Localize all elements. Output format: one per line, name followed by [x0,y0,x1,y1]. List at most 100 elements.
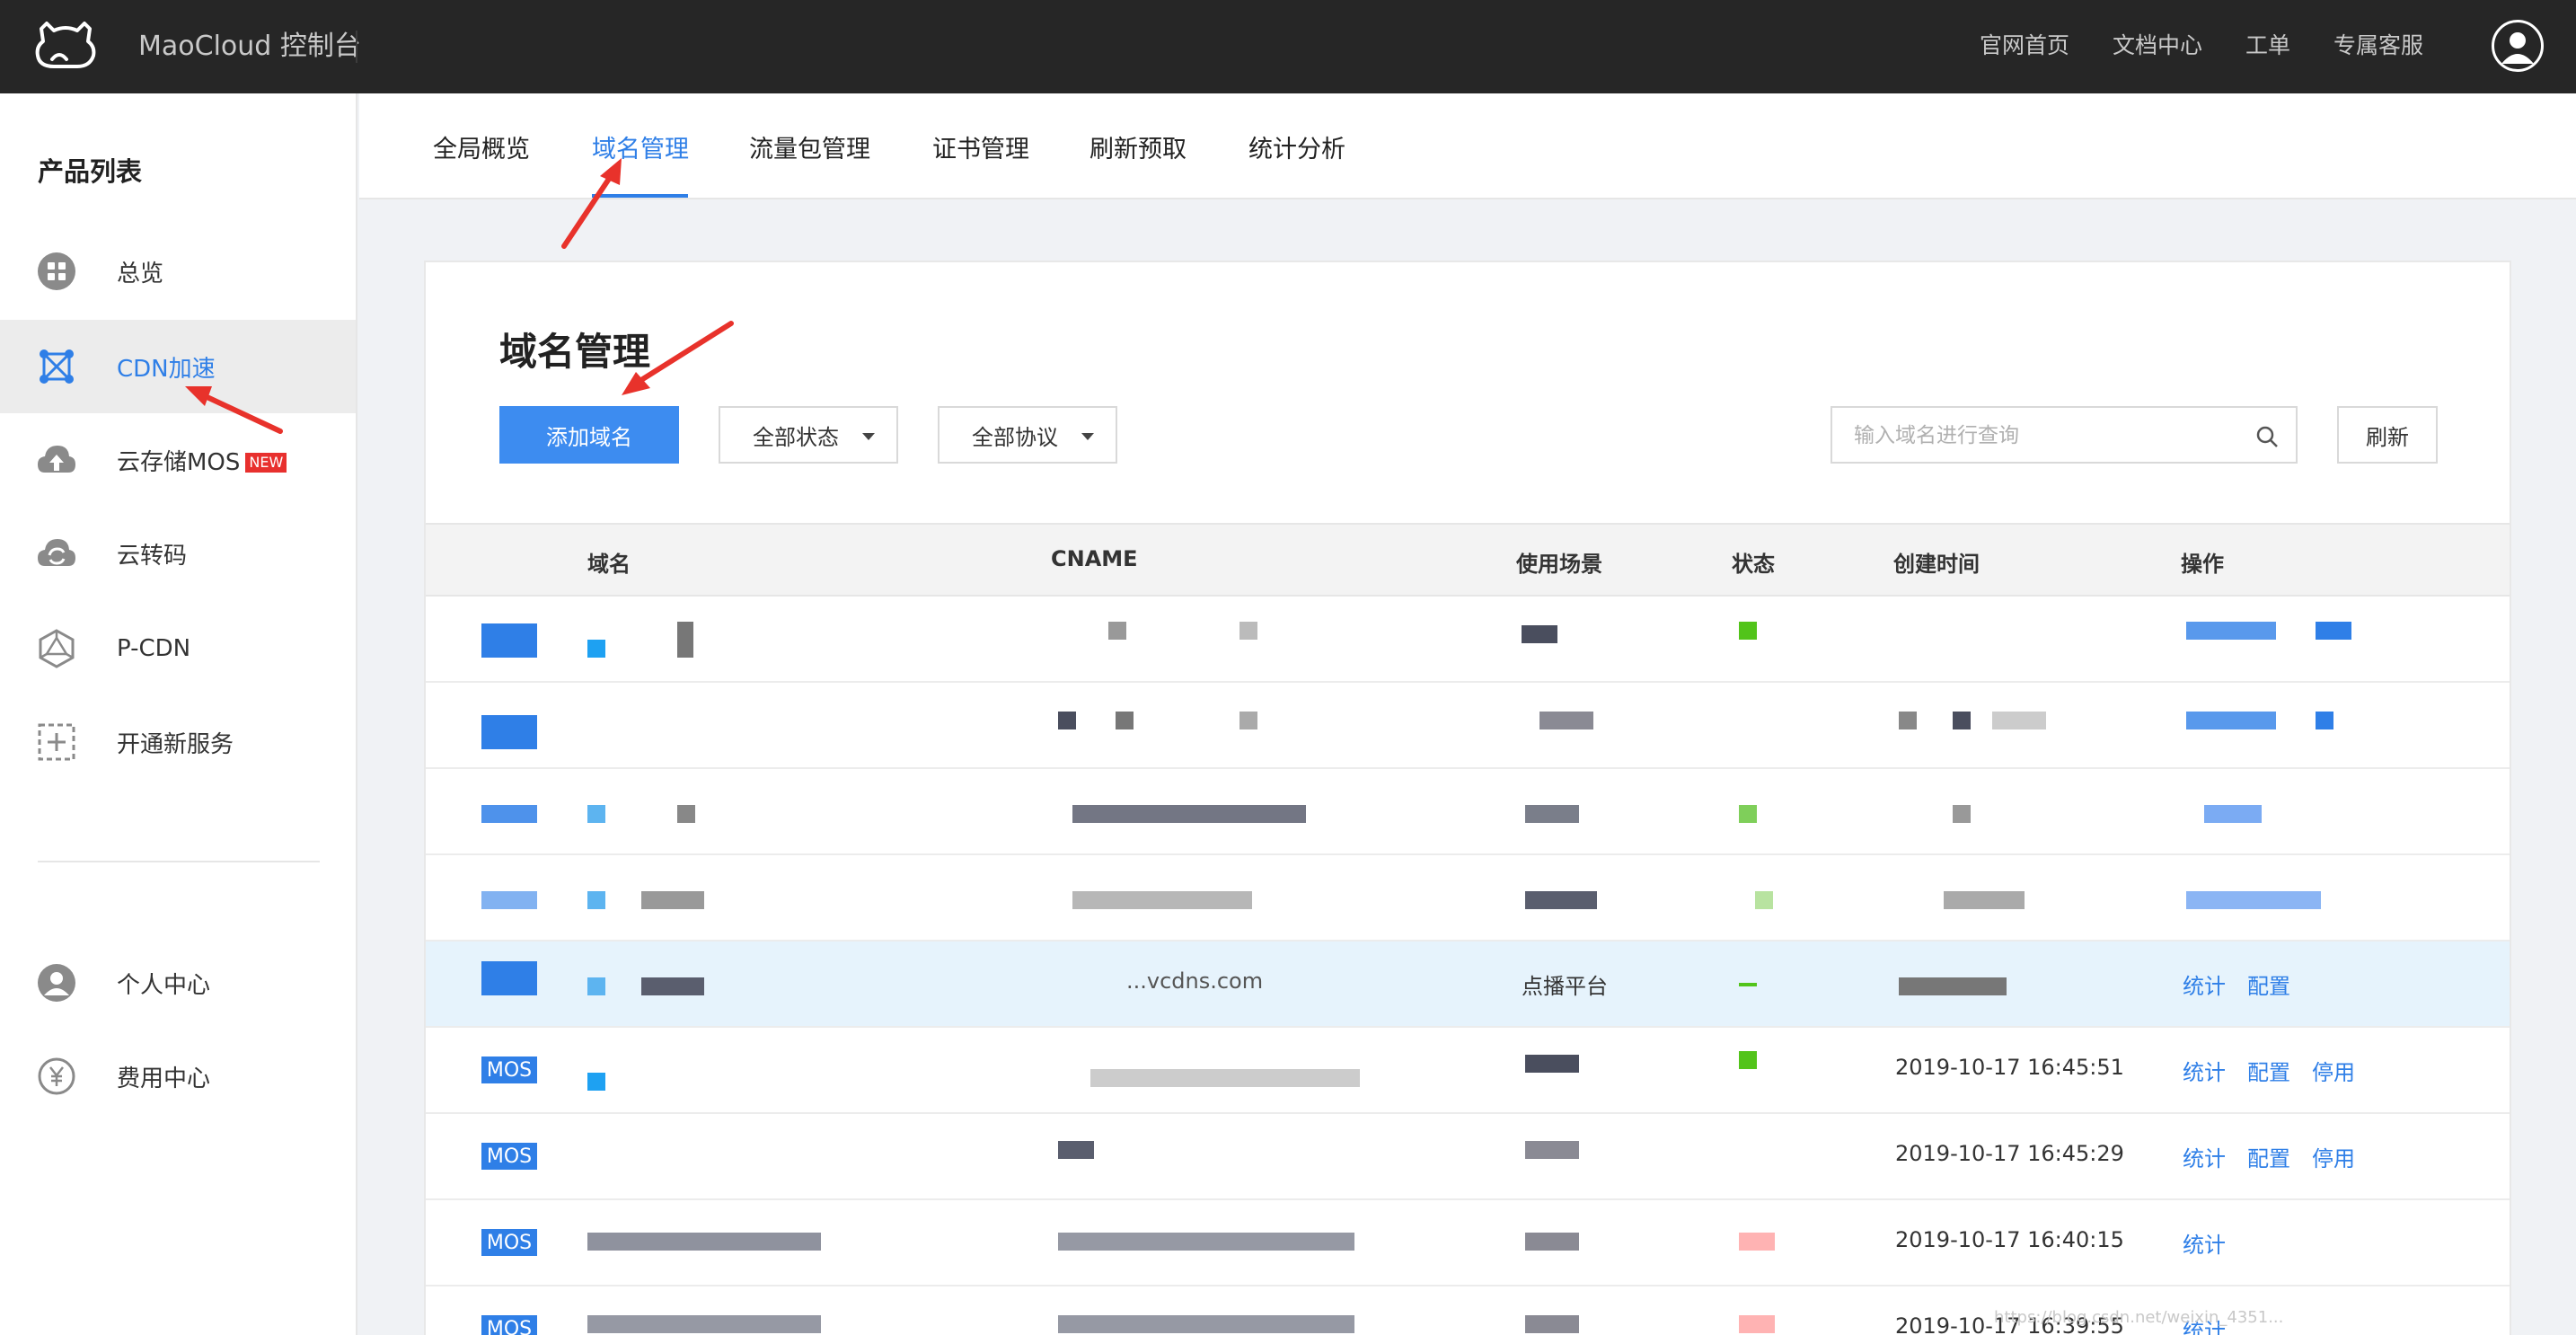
table-row-highlighted[interactable]: ...vcdns.com 点播平台 统计 配置 [426,942,2510,1028]
redacted-cname [1058,712,1076,729]
user-icon [36,962,77,1003]
status-filter-select[interactable]: 全部状态 [719,406,898,464]
stats-link[interactable]: 统计 [2183,1060,2226,1085]
redacted-scene [1539,712,1593,729]
brand-divider [356,31,357,63]
search-icon[interactable] [2254,424,2280,449]
redacted-domain-type [481,891,537,909]
redacted-scene [1525,1055,1579,1073]
sidebar-item-label: P-CDN [117,635,191,662]
protocol-filter-value: 全部协议 [972,424,1058,450]
tab-statistics[interactable]: 统计分析 [1248,129,1345,164]
add-domain-button[interactable]: 添加域名 [499,406,679,464]
redacted-actions [2186,712,2276,729]
status-indicator [1739,983,1757,986]
column-header-status: 状态 [1732,552,1775,577]
stats-link[interactable]: 统计 [2183,974,2226,999]
refresh-button[interactable]: 刷新 [2337,406,2438,464]
protocol-filter-select[interactable]: 全部协议 [938,406,1117,464]
redacted-domain [587,1315,821,1333]
nav-link-homepage[interactable]: 官网首页 [1980,27,2069,65]
tab-overview[interactable]: 全局概览 [433,129,530,164]
table-row[interactable] [426,683,2510,769]
redacted-actions [2316,712,2333,729]
redacted-scene [1525,1141,1579,1159]
stats-link[interactable]: 统计 [2183,1233,2226,1258]
redacted-cname [1072,805,1306,823]
table-row[interactable] [426,855,2510,942]
tab-refresh-prefetch[interactable]: 刷新预取 [1090,129,1187,164]
top-nav-links: 官网首页 文档中心 工单 专属客服 [1980,27,2423,65]
redacted-domain [641,891,704,909]
new-badge: NEW [245,452,287,473]
status-indicator [1739,1051,1757,1069]
redacted-time [1953,712,1971,729]
disable-link[interactable]: 停用 [2312,1146,2355,1171]
redacted-cname [1058,1315,1354,1333]
config-link[interactable]: 配置 [2247,974,2290,999]
cat-cloud-logo-icon[interactable] [34,20,97,70]
sidebar-item-transcode[interactable]: 云转码 [0,507,356,600]
nav-link-support[interactable]: 专属客服 [2333,27,2423,65]
redacted-cname [1090,1069,1360,1087]
active-tab-indicator [592,194,688,198]
cdn-network-icon [36,346,77,387]
status-indicator [1755,891,1773,909]
stats-link[interactable]: 统计 [2183,1146,2226,1171]
redacted-domain [587,640,605,658]
redacted-domain [677,622,693,658]
mos-badge: MOS [481,1229,537,1256]
table-row[interactable] [426,769,2510,855]
redacted-domain [587,977,605,995]
tab-bar: 全局概览 域名管理 流量包管理 证书管理 刷新预取 统计分析 [359,93,2576,199]
mos-badge: MOS [481,1143,537,1170]
redacted-cname [1239,712,1257,729]
table-row[interactable]: MOS 2019-10-17 16:45:51 统计 配置 停用 [426,1028,2510,1114]
column-header-domain: 域名 [587,552,631,577]
sidebar-item-mos[interactable]: 云存储MOS NEW [0,413,356,507]
nav-link-docs[interactable]: 文档中心 [2113,27,2202,65]
tab-certificates[interactable]: 证书管理 [932,129,1029,164]
caret-down-icon [1081,433,1094,440]
redacted-domain [587,891,605,909]
domain-search-input[interactable] [1854,419,2231,453]
redacted-actions [2186,891,2321,909]
polyhedron-icon [36,628,77,669]
sidebar-item-pcdn[interactable]: P-CDN [0,602,356,695]
tab-domain-management[interactable]: 域名管理 [592,129,689,164]
tab-traffic-package[interactable]: 流量包管理 [749,129,870,164]
config-link[interactable]: 配置 [2247,1060,2290,1085]
column-header-actions: 操作 [2181,552,2224,577]
redacted-cname [1072,891,1252,909]
user-avatar-icon[interactable] [2492,20,2544,72]
redacted-domain [677,805,695,823]
status-filter-value: 全部状态 [753,424,839,450]
config-link[interactable]: 配置 [2247,1146,2290,1171]
sidebar-item-label: CDN加速 [117,355,216,383]
domain-type-badge [481,623,537,658]
redacted-domain-type [481,805,537,823]
redacted-actions [2204,805,2262,823]
table-row[interactable]: MOS 2019-10-17 16:40:15 统计 [426,1200,2510,1286]
sidebar-item-overview[interactable]: 总览 [0,225,356,318]
redacted-time [1899,712,1917,729]
domain-management-card: 域名管理 添加域名 全部状态 全部协议 刷新 域名 CNAME 使用场景 状态 … [424,261,2511,1335]
domain-type-badge [481,961,537,995]
nav-link-ticket[interactable]: 工单 [2245,27,2290,65]
sidebar-item-billing[interactable]: 费用中心 [0,1030,356,1123]
redacted-domain [587,1233,821,1251]
table-row[interactable]: MOS 2019-10-17 16:45:29 统计 配置 停用 [426,1114,2510,1200]
status-indicator [1739,622,1757,640]
mos-badge: MOS [481,1315,537,1335]
disable-link[interactable]: 停用 [2312,1060,2355,1085]
redacted-cname [1058,1141,1094,1159]
table-row[interactable] [426,597,2510,683]
column-header-cname: CNAME [1051,546,1138,571]
sidebar-item-new-service[interactable]: 开通新服务 [0,695,356,789]
redacted-scene [1525,1233,1579,1251]
sidebar-item-cdn[interactable]: CDN加速 [0,320,356,413]
redacted-cname [1116,712,1134,729]
page-title: 域名管理 [499,330,651,374]
sidebar-item-personal-center[interactable]: 个人中心 [0,936,356,1030]
sidebar-item-label: 云存储MOS NEW [117,444,287,477]
